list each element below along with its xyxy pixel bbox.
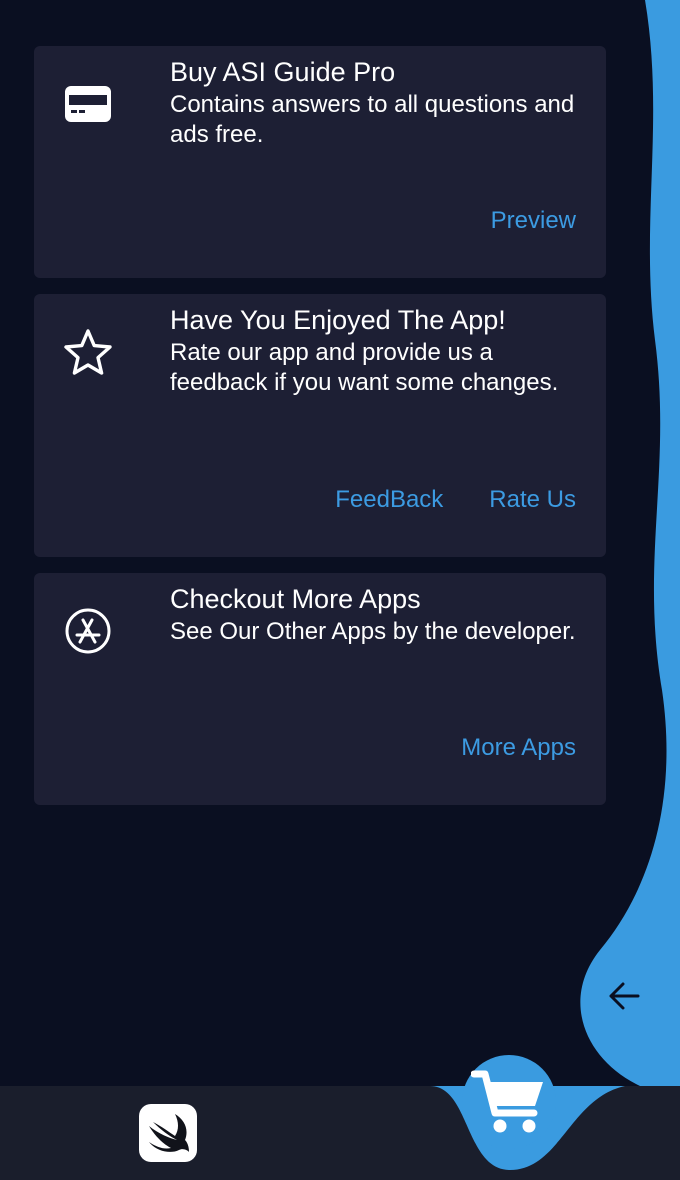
buy-pro-card: Buy ASI Guide Pro Contains answers to al… [34, 46, 606, 278]
more-apps-title: Checkout More Apps [170, 584, 421, 614]
rate-app-description: Rate our app and provide us a feedback i… [170, 339, 559, 396]
shopping-cart-icon [471, 1070, 543, 1133]
swift-icon [149, 1114, 189, 1152]
back-button[interactable] [604, 976, 644, 1016]
swift-nav-button[interactable] [139, 1104, 197, 1162]
bottom-bar-notch [376, 1086, 625, 1170]
feedback-button[interactable]: FeedBack [335, 485, 443, 515]
buy-pro-description: Contains answers to all questions and ad… [170, 91, 575, 148]
card-icon [62, 78, 114, 130]
card-list: Buy ASI Guide Pro Contains answers to al… [34, 46, 606, 821]
rate-app-title: Have You Enjoyed The App! [170, 305, 506, 335]
buy-pro-title: Buy ASI Guide Pro [170, 57, 396, 87]
star-icon [62, 326, 114, 378]
more-apps-card: Checkout More Apps See Our Other Apps by… [34, 573, 606, 805]
rate-us-button[interactable]: Rate Us [489, 485, 576, 515]
preview-button[interactable]: Preview [491, 206, 576, 236]
arrow-left-icon [609, 982, 640, 1010]
cart-nav-button[interactable] [462, 1055, 556, 1149]
more-apps-button[interactable]: More Apps [461, 733, 576, 763]
more-apps-description: See Our Other Apps by the developer. [170, 618, 576, 645]
app-store-icon [62, 605, 114, 657]
rate-app-card: Have You Enjoyed The App! Rate our app a… [34, 294, 606, 557]
